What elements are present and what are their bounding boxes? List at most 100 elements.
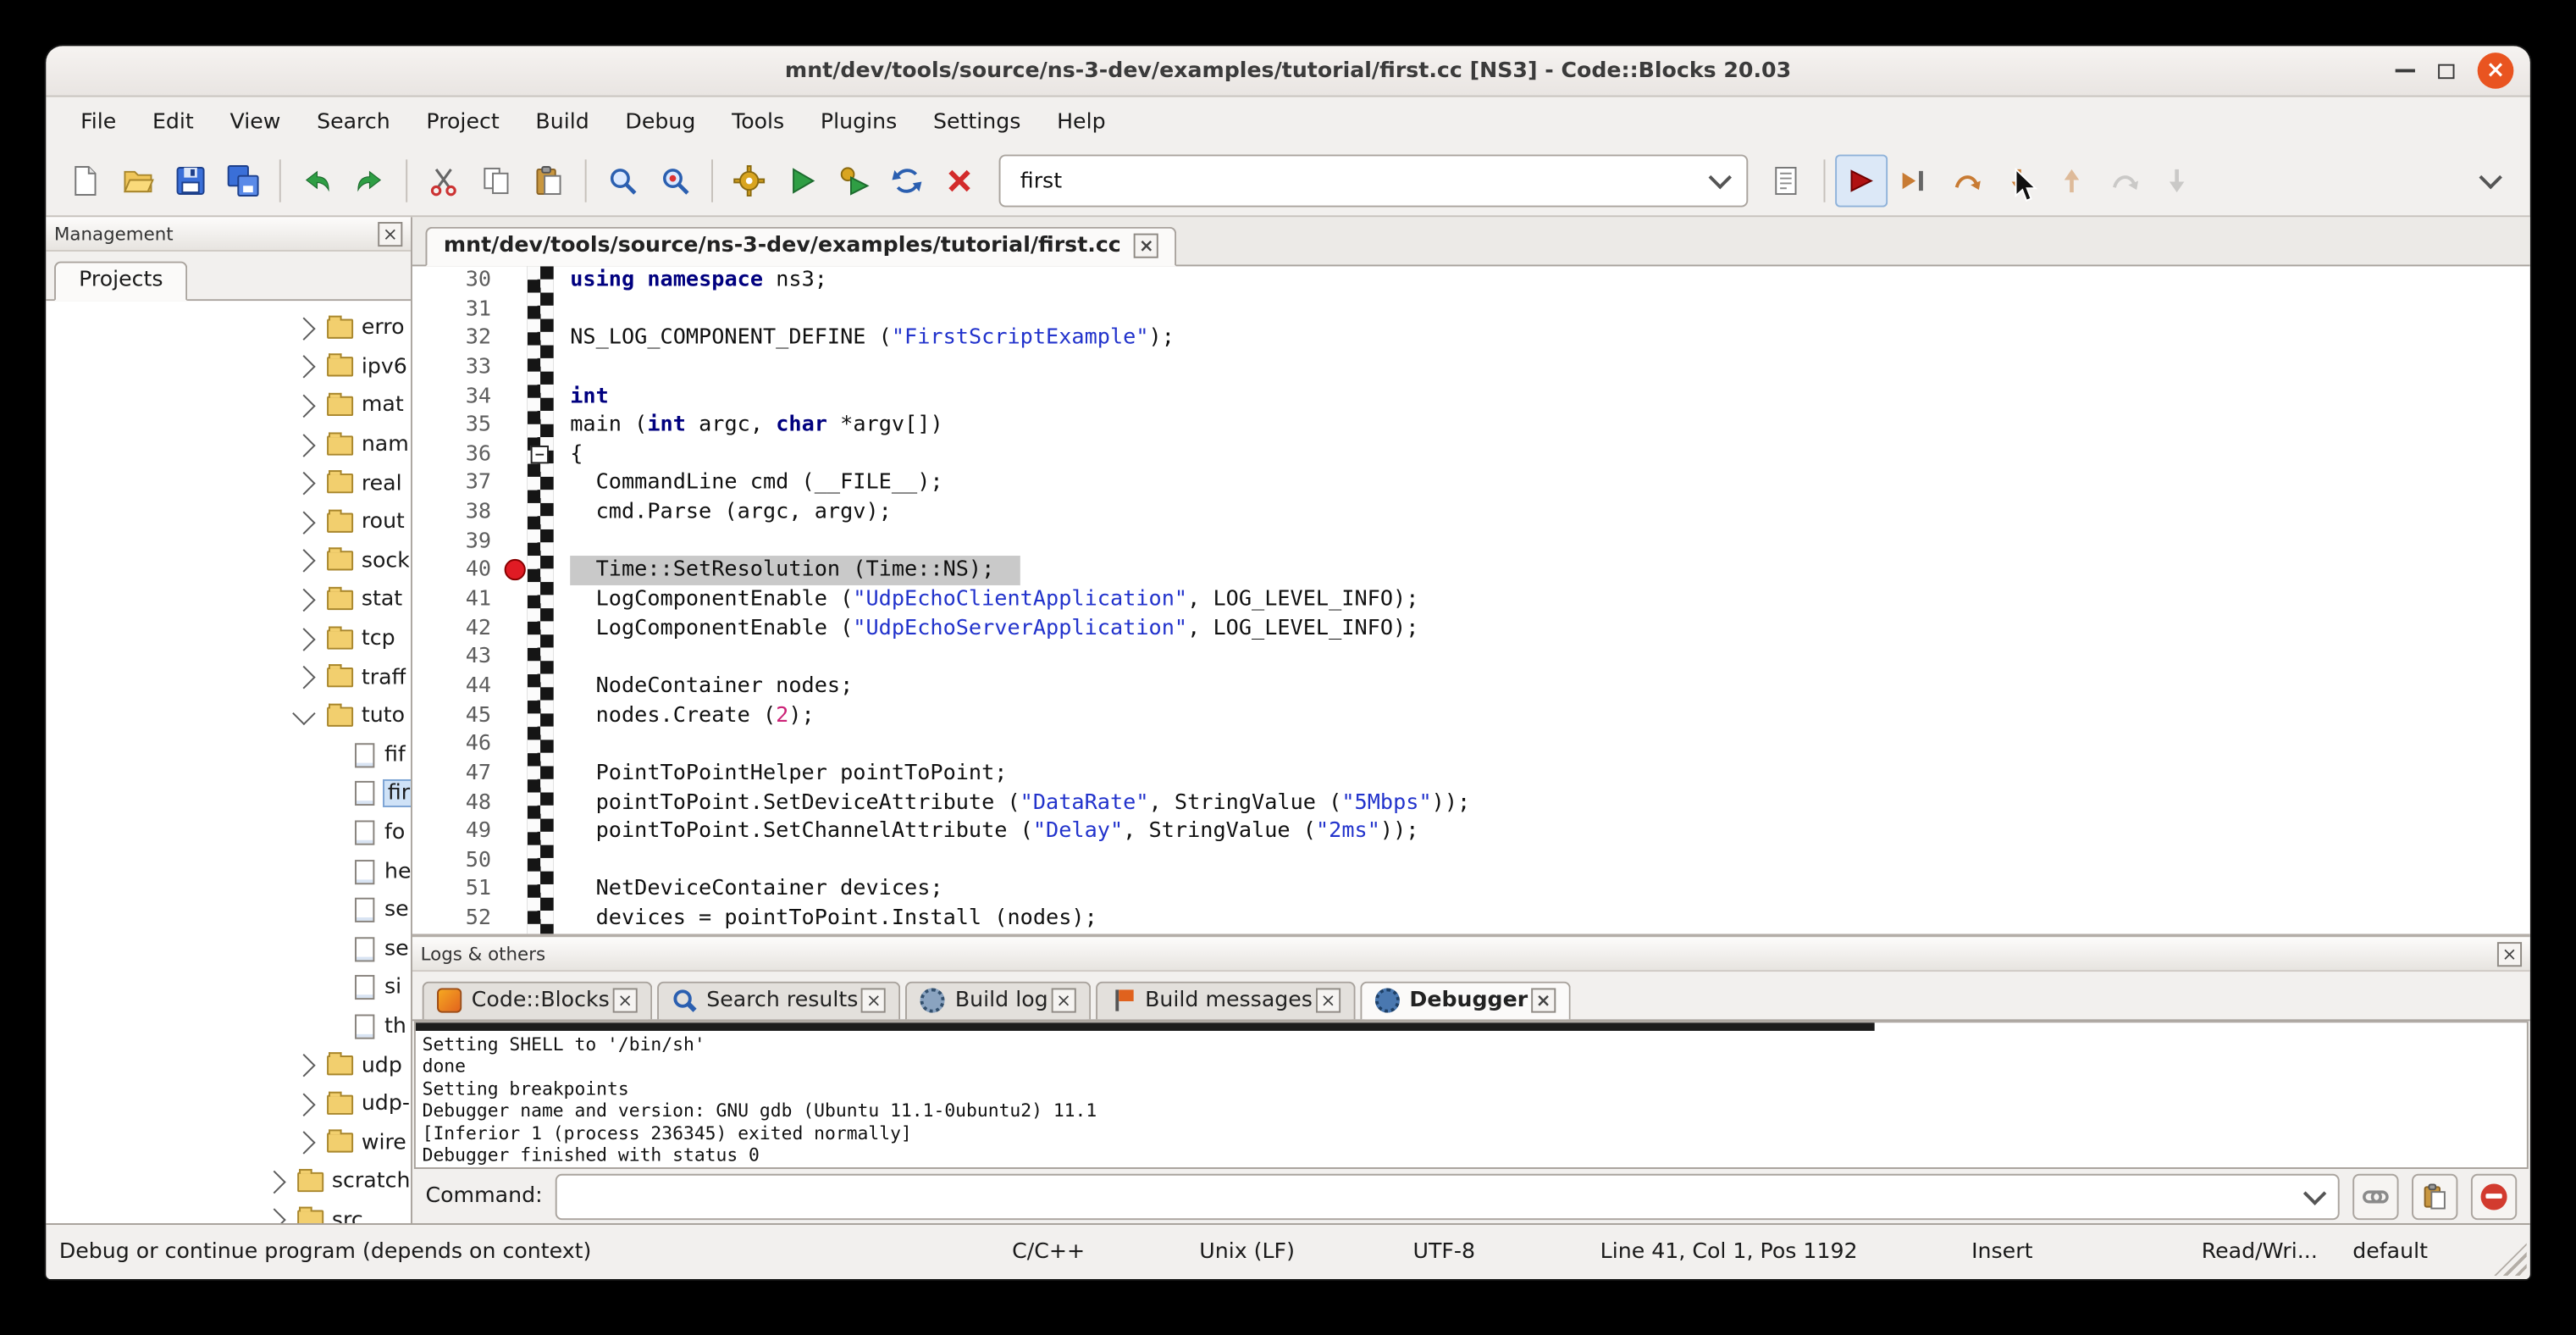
line-number[interactable]: 45 bbox=[412, 701, 505, 730]
menu-item-build[interactable]: Build bbox=[517, 102, 607, 141]
toolbar-overflow-button[interactable] bbox=[2464, 154, 2517, 207]
fold-marker-icon[interactable] bbox=[531, 446, 549, 463]
tree-item[interactable]: ipv6 bbox=[46, 348, 411, 387]
menu-item-project[interactable]: Project bbox=[408, 102, 517, 141]
close-icon[interactable] bbox=[1316, 988, 1341, 1012]
code-area[interactable]: 30using namespace ns3;3132NS_LOG_COMPONE… bbox=[412, 266, 2530, 933]
line-number[interactable]: 35 bbox=[412, 412, 505, 440]
breakpoint-margin[interactable] bbox=[505, 644, 528, 673]
close-icon[interactable]: × bbox=[2478, 53, 2514, 89]
log-tab-search-results[interactable]: Search results bbox=[657, 982, 901, 1020]
breakpoint-margin[interactable] bbox=[505, 905, 528, 933]
tree-item[interactable]: stat bbox=[46, 580, 411, 619]
tree-item[interactable]: se bbox=[46, 930, 411, 969]
menu-item-edit[interactable]: Edit bbox=[135, 102, 213, 141]
menu-item-search[interactable]: Search bbox=[299, 102, 408, 141]
chevron-right-icon[interactable] bbox=[292, 627, 315, 650]
line-number[interactable]: 31 bbox=[412, 296, 505, 324]
save-button[interactable] bbox=[164, 154, 217, 207]
tree-item[interactable]: fir bbox=[46, 774, 411, 813]
line-number[interactable]: 33 bbox=[412, 353, 505, 382]
redo-button[interactable] bbox=[343, 154, 395, 207]
tree-item[interactable]: real bbox=[46, 464, 411, 503]
chevron-right-icon[interactable] bbox=[292, 395, 315, 418]
tree-item[interactable]: erro bbox=[46, 309, 411, 348]
line-number[interactable]: 38 bbox=[412, 498, 505, 527]
find-button[interactable] bbox=[596, 154, 649, 207]
rebuild-button[interactable] bbox=[881, 154, 933, 207]
titlebar[interactable]: mnt/dev/tools/source/ns-3-dev/examples/t… bbox=[46, 46, 2529, 97]
undo-button[interactable] bbox=[290, 154, 343, 207]
chevron-right-icon[interactable] bbox=[292, 1054, 315, 1077]
stop-debugger-button[interactable] bbox=[2471, 1173, 2517, 1219]
tree-item[interactable]: nam bbox=[46, 425, 411, 464]
resize-grip-icon[interactable] bbox=[2494, 1243, 2527, 1276]
menu-item-file[interactable]: File bbox=[63, 102, 135, 141]
search-options-button[interactable] bbox=[1761, 154, 1814, 207]
breakpoint-margin[interactable] bbox=[505, 440, 528, 469]
breakpoint-margin[interactable] bbox=[505, 296, 528, 324]
menu-item-plugins[interactable]: Plugins bbox=[803, 102, 915, 141]
debugger-output-pane[interactable]: Setting SHELL to '/bin/sh'doneSetting br… bbox=[414, 1021, 2529, 1169]
open-file-button[interactable] bbox=[112, 154, 164, 207]
debugger-command-input[interactable] bbox=[571, 1183, 2296, 1210]
chevron-right-icon[interactable] bbox=[292, 1132, 315, 1155]
abort-button[interactable] bbox=[933, 154, 986, 207]
line-number[interactable]: 36 bbox=[412, 440, 505, 469]
cut-button[interactable] bbox=[417, 154, 470, 207]
line-number[interactable]: 34 bbox=[412, 382, 505, 411]
new-file-button[interactable] bbox=[59, 154, 112, 207]
project-tree[interactable]: erroipv6matnamrealroutsockstattcptrafftu… bbox=[46, 301, 411, 1223]
log-tab-code-blocks[interactable]: Code::Blocks bbox=[423, 982, 653, 1020]
run-to-cursor-button[interactable] bbox=[1888, 154, 1940, 207]
log-tab-build-log[interactable]: Build log bbox=[906, 982, 1091, 1020]
save-all-button[interactable] bbox=[217, 154, 269, 207]
chevron-right-icon[interactable] bbox=[292, 666, 315, 689]
step-out-button[interactable] bbox=[2045, 154, 2098, 207]
breakpoint-margin[interactable] bbox=[505, 528, 528, 557]
step-into-instruction-button[interactable] bbox=[2151, 154, 2203, 207]
paste-button[interactable] bbox=[522, 154, 575, 207]
menu-item-tools[interactable]: Tools bbox=[714, 102, 803, 141]
chevron-right-icon[interactable] bbox=[292, 550, 315, 573]
line-number[interactable]: 37 bbox=[412, 469, 505, 498]
breakpoint-margin[interactable] bbox=[505, 789, 528, 817]
debug-continue-button[interactable] bbox=[1835, 154, 1888, 207]
tree-item[interactable]: scratch bbox=[46, 1162, 411, 1201]
command-combobox[interactable] bbox=[556, 1173, 2340, 1219]
chevron-down-icon[interactable] bbox=[1700, 161, 1740, 201]
editor-tab-first-cc[interactable]: mnt/dev/tools/source/ns-3-dev/examples/t… bbox=[425, 227, 1176, 267]
menu-item-view[interactable]: View bbox=[212, 102, 299, 141]
copy-output-button[interactable] bbox=[2412, 1173, 2457, 1219]
toolbar-combobox[interactable] bbox=[999, 154, 1749, 207]
log-tab-debugger[interactable]: Debugger bbox=[1360, 982, 1570, 1020]
load-commands-button[interactable] bbox=[2352, 1173, 2398, 1219]
breakpoint-margin[interactable] bbox=[505, 266, 528, 295]
tree-item[interactable]: mat bbox=[46, 386, 411, 425]
tree-item[interactable]: se bbox=[46, 891, 411, 930]
breakpoint-margin[interactable] bbox=[505, 498, 528, 527]
breakpoint-margin[interactable] bbox=[505, 875, 528, 904]
close-icon[interactable] bbox=[2497, 941, 2522, 966]
breakpoint-margin[interactable] bbox=[505, 759, 528, 788]
run-button[interactable] bbox=[776, 154, 828, 207]
breakpoint-margin[interactable] bbox=[505, 846, 528, 875]
chevron-right-icon[interactable] bbox=[292, 511, 315, 534]
tree-item[interactable]: src bbox=[46, 1201, 411, 1223]
breakpoint-margin[interactable] bbox=[505, 817, 528, 846]
search-input[interactable] bbox=[1017, 167, 1700, 195]
replace-button[interactable] bbox=[649, 154, 701, 207]
tree-item[interactable]: fif bbox=[46, 736, 411, 775]
chevron-right-icon[interactable] bbox=[263, 1171, 285, 1194]
close-icon[interactable] bbox=[613, 988, 638, 1012]
close-icon[interactable] bbox=[378, 221, 402, 246]
next-instruction-button[interactable] bbox=[2098, 154, 2151, 207]
log-tab-build-messages[interactable]: Build messages bbox=[1096, 982, 1355, 1020]
close-icon[interactable] bbox=[1052, 988, 1076, 1012]
tree-item[interactable]: si bbox=[46, 968, 411, 1007]
step-into-button[interactable] bbox=[1993, 154, 2045, 207]
chevron-right-icon[interactable] bbox=[292, 433, 315, 456]
menu-item-debug[interactable]: Debug bbox=[607, 102, 714, 141]
chevron-right-icon[interactable] bbox=[292, 317, 315, 340]
line-number[interactable]: 52 bbox=[412, 905, 505, 933]
